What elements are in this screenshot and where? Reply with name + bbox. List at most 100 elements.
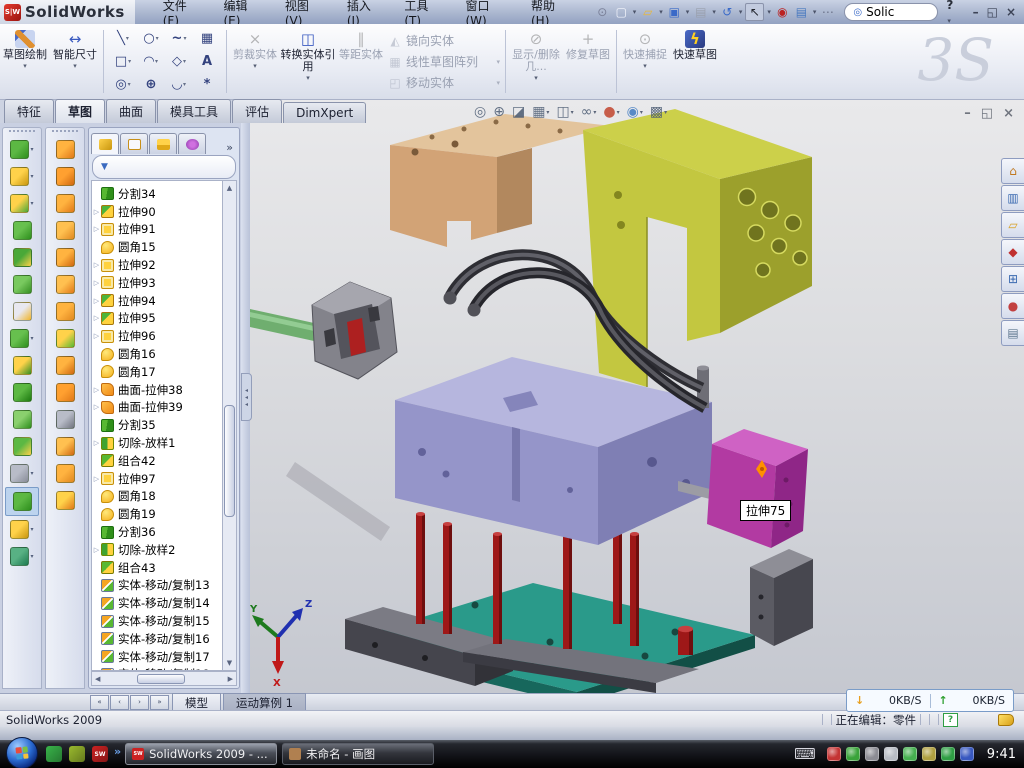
dropdown-caret[interactable]: ▾ (30, 335, 33, 342)
view-orientation-button[interactable]: ▦▾ (530, 103, 551, 121)
zoom-to-area-button[interactable]: ⊕ (491, 103, 507, 121)
smart-dimension-button[interactable]: ↔ 智能尺寸 ▾ (50, 26, 100, 97)
point-icon[interactable]: * (193, 73, 221, 96)
search-input-value[interactable]: Solic (866, 5, 894, 19)
part-right-rail[interactable] (750, 549, 813, 646)
boundary-boss-button[interactable] (3, 271, 41, 298)
save-icon[interactable]: ▣ (666, 4, 683, 20)
tree-item[interactable]: 实体-移动/复制15 (92, 612, 222, 630)
draft-button[interactable] (3, 379, 41, 406)
expander-icon[interactable]: ▷ (92, 208, 101, 216)
tree-filter-box[interactable]: ▼ (92, 155, 236, 179)
scale-button[interactable] (46, 136, 84, 163)
tree-item[interactable]: 圆角16 (92, 345, 222, 363)
hide-show-items-button[interactable]: ∞▾ (579, 103, 599, 121)
part-support-beam[interactable] (286, 462, 390, 541)
quicklaunch-overflow-icon[interactable]: » (114, 745, 121, 758)
options-icon[interactable]: ▤ (793, 4, 810, 20)
tree-item[interactable]: 分割34 (92, 185, 222, 203)
parting-surfaces-button[interactable] (46, 217, 84, 244)
tree-item[interactable]: ▷拉伸95 (92, 310, 222, 328)
tree-item[interactable]: ▷拉伸97 (92, 470, 222, 488)
expander-icon[interactable]: ▷ (92, 261, 101, 269)
dropdown-caret[interactable]: ▾ (633, 8, 637, 16)
configurationmanager-tab[interactable] (149, 133, 177, 154)
trim-entities-button[interactable]: × 剪裁实体 ▾ (230, 26, 280, 97)
undercut-analysis-button[interactable] (46, 325, 84, 352)
launch-solidworks-icon[interactable]: SW (92, 746, 108, 762)
dropdown-caret[interactable]: ▾ (546, 109, 549, 116)
move-face-button[interactable] (46, 379, 84, 406)
tree-item[interactable]: 实体-移动/复制18 (92, 666, 222, 670)
extruded-boss-button[interactable]: ▾ (3, 163, 41, 190)
tab-模具工具[interactable]: 模具工具 (157, 99, 231, 123)
solidworks-resources-button[interactable]: ⌂ (1001, 158, 1024, 184)
dropdown-caret[interactable]: ▾ (23, 62, 27, 70)
open-icon[interactable]: ▱ (639, 4, 656, 20)
dropdown-caret[interactable]: ▾ (73, 62, 77, 70)
doc-restore-button[interactable]: ◱ (981, 106, 993, 121)
taskbar-window-solidworks[interactable]: SW SolidWorks 2009 - ... (125, 743, 277, 765)
tag-icon[interactable] (998, 714, 1014, 726)
restore-button[interactable]: ◱ (987, 5, 998, 19)
prev-tab-button[interactable]: ‹ (110, 695, 129, 710)
minimize-button[interactable]: – (973, 5, 979, 19)
part-locating-ring[interactable] (250, 282, 397, 379)
apply-scene-button[interactable]: ◉▾ (625, 103, 645, 121)
tree-item[interactable]: ▷曲面-拉伸38 (92, 381, 222, 399)
design-library-button[interactable]: ▥ (1001, 185, 1024, 211)
offset-entities-button[interactable]: ∥ 等距实体 (336, 26, 386, 97)
custom-properties-button[interactable]: ▤ (1001, 320, 1024, 346)
display-style-button[interactable]: ◫▾ (554, 103, 575, 121)
tree-item[interactable]: ▷拉伸92 (92, 256, 222, 274)
linear-sketch-pattern-button[interactable]: ▦ 线性草图阵列 ▾ (388, 51, 500, 72)
tree-item[interactable]: ▷切除-放样2 (92, 541, 222, 559)
section-view-button[interactable]: ◪ (510, 103, 527, 121)
dimxpertmanager-tab[interactable] (178, 133, 206, 154)
taskbar-window-paint[interactable]: 未命名 - 画图 (282, 743, 434, 765)
dropdown-caret[interactable]: ▾ (617, 109, 620, 116)
tree-item[interactable]: 圆角17 (92, 363, 222, 381)
ruled-surface-button[interactable] (46, 460, 84, 487)
expander-icon[interactable]: ▷ (92, 386, 101, 394)
tree-item[interactable]: 圆角19 (92, 505, 222, 523)
ellipse-icon[interactable]: ◇▾ (165, 50, 193, 73)
display-delete-relations-button[interactable]: ⊘ 显示/删除几... ▾ (509, 26, 563, 97)
arc-icon[interactable]: ◠▾ (137, 50, 165, 73)
model-tab-2[interactable]: 运动算例 1 (223, 693, 306, 712)
convert-entities-button[interactable]: ◫ 转换实体引用 ▾ (280, 26, 336, 97)
appearances-button[interactable]: ● (1001, 293, 1024, 319)
swept-boss-button[interactable] (3, 217, 41, 244)
rebuild-traffic-light-icon[interactable]: ◉ (774, 4, 791, 20)
sync-tray-icon[interactable] (903, 747, 917, 761)
slot-icon[interactable]: ◎▾ (109, 73, 137, 96)
pattern-button[interactable]: ▾ (3, 325, 41, 352)
core-button[interactable] (46, 271, 84, 298)
circle-icon[interactable]: ○▾ (137, 27, 165, 50)
propertymanager-tab[interactable] (120, 133, 148, 154)
dropdown-caret[interactable]: ▾ (659, 8, 663, 16)
polygon-icon[interactable]: ⊕ (137, 73, 165, 96)
curve-button[interactable] (5, 487, 39, 516)
dropdown-caret[interactable]: ▾ (739, 8, 743, 16)
tab-评估[interactable]: 评估 (232, 99, 282, 123)
featuremanager-tree-tab[interactable] (91, 133, 119, 154)
dropdown-caret[interactable]: ▾ (640, 109, 643, 116)
insert-mold-folders-button[interactable] (46, 352, 84, 379)
cavity-button[interactable] (46, 406, 84, 433)
tree-item[interactable]: 实体-移动/复制14 (92, 594, 222, 612)
dropdown-caret[interactable]: ▾ (593, 109, 596, 116)
planar-surface-button[interactable] (46, 298, 84, 325)
expander-icon[interactable]: ▷ (92, 332, 101, 340)
expander-icon[interactable]: ▷ (92, 314, 101, 322)
tree-item[interactable]: ▷拉伸90 (92, 203, 222, 221)
defender-tray-icon[interactable] (941, 747, 955, 761)
panel-splitter[interactable]: ◂◂◂ (241, 123, 250, 693)
tree-horizontal-scrollbar[interactable]: ◀ ▶ (91, 671, 237, 686)
dropdown-caret[interactable]: ▾ (30, 470, 33, 477)
dropdown-caret[interactable]: ▾ (30, 173, 33, 180)
first-tab-button[interactable]: « (90, 695, 109, 710)
dropdown-caret[interactable]: ▾ (30, 200, 33, 207)
line-icon[interactable]: ╲▾ (109, 27, 137, 50)
overflow-icon[interactable]: ⋯ (819, 4, 836, 20)
